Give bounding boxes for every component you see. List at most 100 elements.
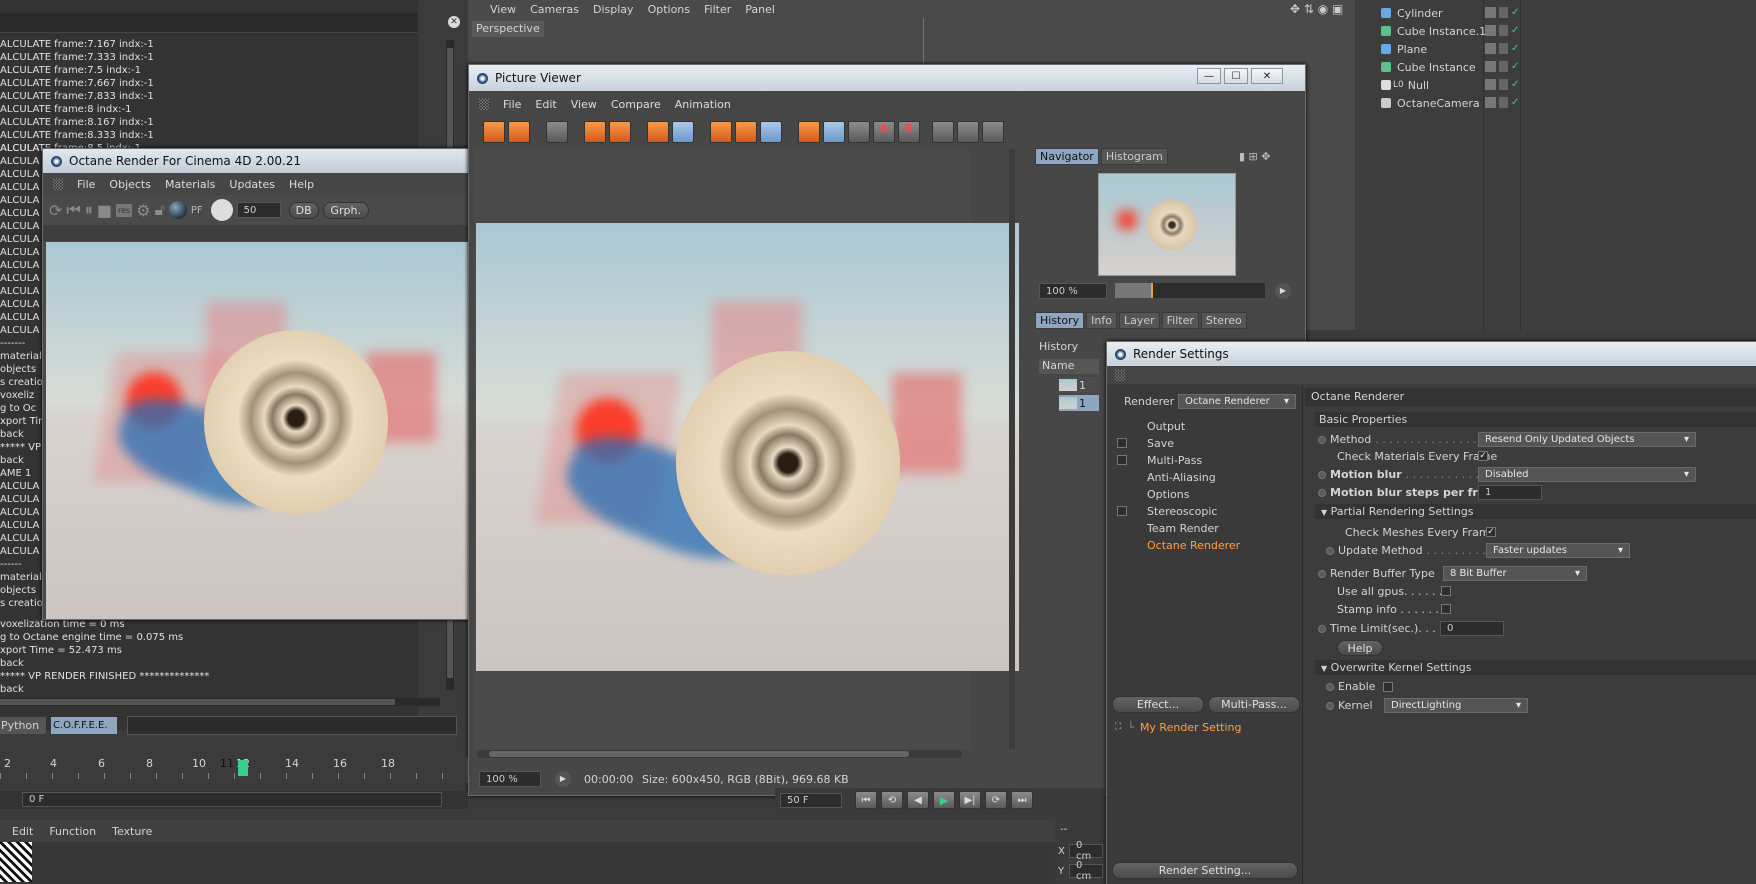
tab-layer[interactable]: Layer (1118, 312, 1160, 329)
console-close-icon[interactable]: ✕ (448, 16, 460, 28)
object-row[interactable]: Cube Instance.1 ✓ (1355, 22, 1756, 40)
settings-gear-icon[interactable]: ⚙ (136, 201, 150, 220)
rs-tree-item-stereoscopic[interactable]: Stereoscopic (1107, 503, 1303, 520)
set-a-icon[interactable]: A (873, 121, 895, 143)
pv-minimize-button[interactable]: — (1197, 68, 1221, 84)
pv-hscrollbar[interactable] (477, 750, 962, 758)
delete-icon[interactable] (672, 121, 694, 143)
object-flags[interactable]: ✓ (1485, 43, 1519, 54)
status-zoom-field[interactable]: 100 % (479, 771, 541, 787)
copy-icon[interactable] (647, 121, 669, 143)
enable-checkbox[interactable] (1383, 681, 1394, 692)
rs-tree-item-team-render[interactable]: Team Render (1107, 520, 1303, 537)
refresh-icon[interactable]: ⟳ (49, 201, 62, 220)
history-item[interactable]: 1 (1059, 377, 1099, 393)
viewport-menu-cameras[interactable]: Cameras (530, 3, 579, 16)
method-dropdown[interactable]: Resend Only Updated Objects ▾ (1478, 432, 1696, 447)
mb-steps-field[interactable]: 1 (1478, 485, 1542, 500)
rs-tree-checkbox[interactable] (1117, 455, 1127, 465)
pv-maximize-button[interactable]: ☐ (1224, 68, 1248, 84)
object-row[interactable]: L0 Null ✓ (1355, 76, 1756, 94)
multipass-button[interactable]: Multi-Pass... (1208, 696, 1300, 713)
nav-zoom-field[interactable]: 100 % (1039, 283, 1107, 299)
res-icon[interactable]: res (115, 203, 133, 217)
update-method-dropdown[interactable]: Faster updates ▾ (1486, 543, 1630, 558)
viewport-menu-filter[interactable]: Filter (704, 3, 731, 16)
tab-info[interactable]: Info (1086, 312, 1117, 329)
pv-menu-file[interactable]: File (503, 98, 521, 111)
nav-play-icon[interactable]: ▶ (1275, 283, 1291, 299)
check-meshes-checkbox[interactable]: ✓ (1486, 527, 1496, 537)
viewport-nav-icons[interactable]: ✥ ⇅ ◉ ▣ (1290, 2, 1343, 16)
rs-tree-item-multi-pass[interactable]: Multi-Pass (1107, 452, 1303, 469)
material-menu-function[interactable]: Function (49, 825, 96, 838)
octane-menu-help[interactable]: Help (289, 178, 314, 191)
object-flags[interactable]: ✓ (1485, 97, 1519, 108)
playback-controls[interactable]: ⏮ ⟲ ◀ ▶ ▶| ⟳ ⏭ (855, 791, 1033, 809)
grid-icon[interactable] (546, 121, 568, 143)
material-sphere-icon[interactable] (168, 201, 187, 219)
pv-close-button[interactable]: ✕ (1251, 68, 1283, 84)
overwrite-kernel-group[interactable]: ▼ Overwrite Kernel Settings (1315, 660, 1756, 675)
restart-icon[interactable]: ⏮ (66, 200, 80, 220)
tab-python[interactable]: Python (0, 717, 46, 734)
help-button[interactable]: Help (1337, 640, 1383, 656)
pv-vsplit[interactable] (1009, 149, 1015, 749)
coord-y-field[interactable]: 0 cm (1069, 860, 1103, 882)
tab-filter[interactable]: Filter (1161, 312, 1199, 329)
effect-button[interactable]: Effect... (1112, 696, 1204, 713)
samples-field[interactable]: 50 (236, 202, 281, 218)
pause-icon[interactable]: ⏸ (85, 200, 93, 220)
pf-icon[interactable]: PF (191, 205, 203, 216)
material-menu-edit[interactable]: Edit (12, 825, 33, 838)
renderer-dropdown[interactable]: Octane Renderer ▾ (1178, 394, 1296, 409)
region-icon[interactable] (710, 121, 732, 143)
zoom-icon[interactable] (609, 121, 631, 143)
pv-menu-edit[interactable]: Edit (535, 98, 556, 111)
ab-swap-icon[interactable] (848, 121, 870, 143)
tab-navigator[interactable]: Navigator (1035, 148, 1099, 165)
object-row[interactable]: Cylinder ✓ (1355, 4, 1756, 22)
octane-menu-updates[interactable]: Updates (229, 178, 275, 191)
partial-rendering-group[interactable]: ▼ Partial Rendering Settings (1315, 504, 1756, 519)
tab-histogram[interactable]: Histogram (1100, 148, 1168, 165)
graph-button[interactable]: Grph. (322, 201, 369, 219)
stamp-info-checkbox[interactable] (1441, 604, 1451, 614)
fit-icon[interactable] (584, 121, 606, 143)
buffer-type-dropdown[interactable]: 8 Bit Buffer ▾ (1443, 566, 1587, 581)
object-flags[interactable]: ✓ (1485, 79, 1519, 90)
render-region-icon[interactable] (735, 121, 757, 143)
time-limit-field[interactable]: 0 (1440, 621, 1504, 636)
octane-menu-materials[interactable]: Materials (165, 178, 215, 191)
viewport-menu-view[interactable]: View (490, 3, 516, 16)
console-input[interactable] (127, 716, 457, 735)
object-flags[interactable]: ✓ (1485, 25, 1519, 36)
console-hscrollbar[interactable] (0, 698, 440, 706)
save-file-icon[interactable] (508, 121, 530, 143)
my-render-setting[interactable]: ⛶ └ My Render Setting (1115, 718, 1300, 736)
lock-icon[interactable]: 🔓︎ (155, 200, 165, 220)
octane-menu-objects[interactable]: Objects (109, 178, 151, 191)
ab-split-icon[interactable] (823, 121, 845, 143)
check-materials-checkbox[interactable]: ✓ (1478, 451, 1488, 461)
tab-coffee[interactable]: C.O.F.F.E.E. (51, 717, 117, 734)
timeline-current-marker[interactable] (238, 760, 248, 776)
pv-menu-animation[interactable]: Animation (675, 98, 731, 111)
motion-blur-dropdown[interactable]: Disabled ▾ (1478, 467, 1696, 482)
viewport-menu-panel[interactable]: Panel (745, 3, 775, 16)
pick-focus-icon[interactable] (210, 199, 233, 221)
rs-tree-checkbox[interactable] (1117, 438, 1127, 448)
nav-zoom-slider[interactable] (1115, 283, 1265, 298)
object-flags[interactable]: ✓ (1485, 7, 1519, 18)
object-row[interactable]: Cube Instance ✓ (1355, 58, 1756, 76)
rs-tree-item-options[interactable]: Options (1107, 486, 1303, 503)
history-item[interactable]: 1 (1059, 395, 1099, 411)
frame-field[interactable]: 0 F (22, 792, 442, 807)
end-frame-field[interactable]: 50 F (780, 793, 842, 808)
status-play-icon[interactable]: ▶ (555, 771, 571, 787)
layout-2-icon[interactable] (957, 121, 979, 143)
rs-tree-item-octane-renderer[interactable]: Octane Renderer (1107, 537, 1303, 554)
rs-tree-item-output[interactable]: Output (1107, 418, 1303, 435)
stop-icon[interactable]: ■ (97, 201, 112, 220)
rs-tree-item-anti-aliasing[interactable]: Anti-Aliasing (1107, 469, 1303, 486)
